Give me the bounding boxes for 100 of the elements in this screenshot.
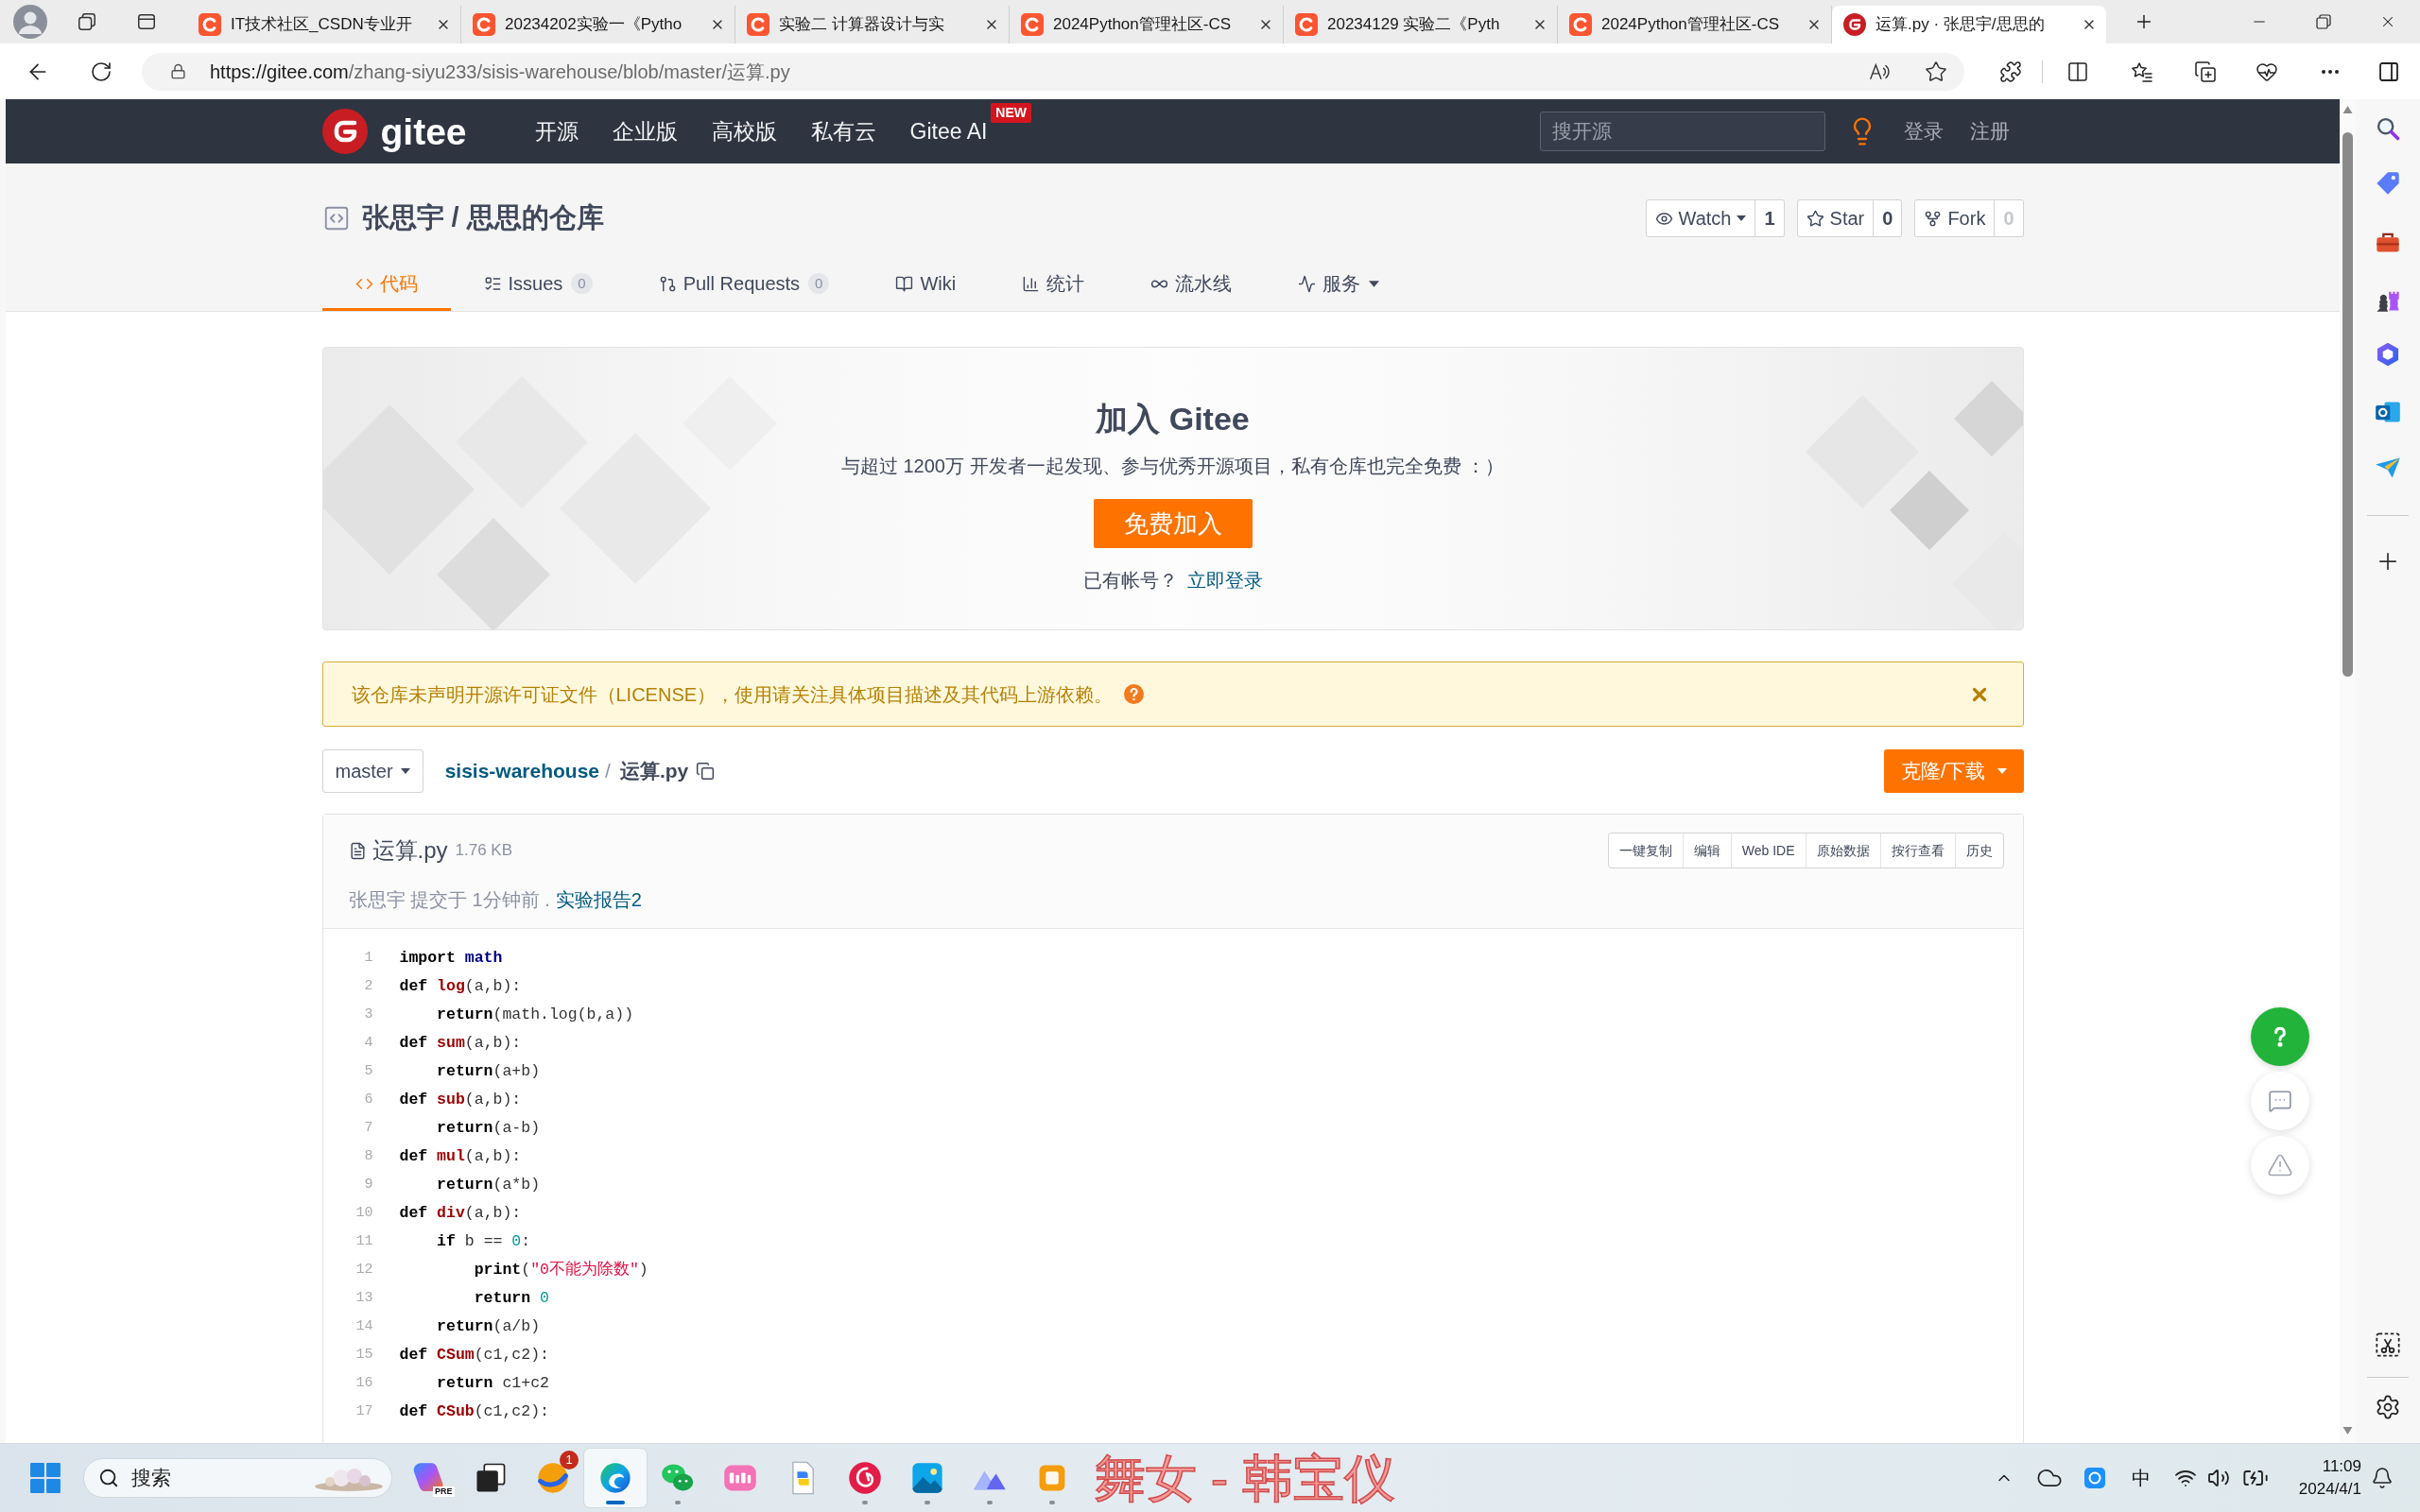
help-icon[interactable] [1124,684,1145,704]
banner-subtitle: 与超过 1200万 开发者一起发现、参与优秀开源项目，私有仓库也完全免费 ：） [840,455,1505,478]
file-name: 运算.py [372,836,448,865]
count-label: 0 [1995,199,2024,237]
clock-date[interactable]: 2024/4/1 [2298,1478,2361,1501]
search-icon[interactable] [2375,115,2401,142]
repo-tab[interactable]: 服务 [1265,259,1413,311]
notice-text: 该仓库未声明开源许可证文件（LICENSE），使用请关注具体项目描述及其代码上游依赖。 [351,682,1114,707]
pulse-icon [1298,274,1317,293]
hexagon-icon[interactable] [2375,341,2401,368]
repo-link[interactable]: sisis-warehouse [444,756,600,786]
repo-tab[interactable]: 统计 [989,259,1118,311]
settings-icon[interactable] [2375,1394,2401,1420]
taskbar-app-button[interactable] [584,1449,647,1507]
repo-tab[interactable]: 流水线 [1117,259,1266,311]
file-action-button[interactable]: 原始数据 [1805,833,1880,868]
star-icon [1806,209,1824,228]
line-number: 10 [354,1203,373,1223]
caret-icon [1737,215,1747,221]
taskbar-search-field[interactable]: 搜索 [83,1458,392,1498]
avatar-icon[interactable] [13,5,47,39]
code-line: def sub(a,b): [399,1089,522,1110]
nav-link[interactable]: Gitee AI [909,118,988,144]
start-icon[interactable] [29,1462,61,1494]
branch-dropdown[interactable]: master [321,749,424,793]
commit-link[interactable]: 实验报告2 [555,889,642,910]
address-bar[interactable]: https://gitee.com/zhang-siyu233/sisis-warehouse/blob/master/运算.py [142,52,1964,91]
input-method-indicator[interactable]: 中 [2132,1464,2151,1492]
warning-icon [2267,1152,2293,1178]
nav-link[interactable]: 高校版 [711,118,777,144]
tag-icon[interactable] [2375,170,2401,197]
header-link[interactable]: 登录 [1903,116,1944,146]
watch-button[interactable]: Watch [1645,199,1756,237]
sidebar-toggle-icon[interactable] [2377,60,2400,83]
desktop-lyrics: 舞女 - 韩宝仪 [1095,1452,1395,1503]
file-action-button[interactable]: 按行查看 [1879,833,1955,868]
repo-tab[interactable]: Wiki [862,259,990,311]
repo-tab[interactable]: Pull Requests 0 [625,259,863,311]
spiral-disc-icon[interactable] [847,1460,883,1496]
scroll-down-icon[interactable] [2342,1427,2353,1435]
landscape-tile-icon[interactable] [909,1460,945,1496]
code-line: return(math.log(b,a)) [437,1004,634,1025]
repo-title[interactable]: 张思宇 / 思思的仓库 [361,198,604,239]
favorites-icon[interactable] [2131,60,2153,83]
file-action-button[interactable]: 历史 [1954,833,2003,868]
favorite-icon[interactable] [1925,60,1947,83]
file-icon [348,841,367,860]
scroll-up-icon[interactable] [2342,106,2353,113]
star-button[interactable]: Star [1796,199,1875,237]
code-line: def CSum(c1,c2): [399,1344,549,1366]
file-action-button[interactable]: Web IDE [1730,833,1806,868]
notification-icon[interactable] [2371,1467,2394,1489]
header-link[interactable]: 注册 [1969,116,2010,146]
checklist-icon [483,274,502,293]
nav-link[interactable]: 开源 [534,118,579,144]
logo-icon[interactable] [321,109,368,154]
file-action-button[interactable]: 一键复制 [1608,833,1683,868]
extensions-icon[interactable] [1999,60,2022,83]
refresh-icon[interactable] [90,60,112,83]
code-line: def sum(a,b): [399,1032,522,1054]
read-aloud-icon[interactable] [1869,60,1890,82]
volume-icon[interactable] [2207,1467,2230,1489]
code-line: def log(a,b): [399,975,522,997]
logo-wordmark[interactable]: gitee [380,112,467,150]
fork-icon [1924,209,1943,228]
code-line: def CSub(c1,c2): [399,1400,549,1422]
pull-request-icon [658,274,677,293]
file-path-name: 运算.py [619,759,689,784]
help-button[interactable] [2251,1007,2309,1066]
line-number: 16 [354,1373,373,1393]
collections-icon[interactable] [2194,60,2217,83]
search-field[interactable]: 搜开源 [1539,112,1825,151]
scissors-icon[interactable] [2375,1332,2401,1358]
code-line: if b == 0: [437,1230,531,1252]
line-number: 14 [354,1316,373,1336]
lock-icon[interactable] [170,63,186,79]
code-line: return(a*b) [437,1174,541,1195]
code-line: import math [399,947,503,969]
workspaces-icon[interactable] [77,11,97,32]
copy-icon[interactable] [696,762,716,781]
browser-tab[interactable]: 运算.py · 张思宇/思思的 [1832,6,2106,43]
clock-time[interactable]: 11:09 [2322,1455,2361,1478]
repo-tab[interactable]: Issues 0 [450,259,626,311]
split-screen-icon[interactable] [2066,60,2089,83]
ring-tile-icon[interactable] [2083,1467,2106,1489]
file-action-button[interactable]: 编辑 [1682,833,1731,868]
restore-icon[interactable] [2316,14,2331,29]
scrollbar-thumb[interactable] [2342,132,2353,677]
nav-link[interactable]: 企业版 [612,118,678,144]
site-favicon-icon [199,13,221,36]
code-line: return(a-b) [437,1117,541,1139]
feedback-button[interactable] [2251,1072,2309,1130]
code-line: def div(a,b): [399,1202,522,1224]
browser-swirl-icon[interactable] [597,1460,633,1496]
nav-link[interactable]: 私有云 [810,118,876,144]
banner-title: 加入 Gitee [1096,400,1250,438]
tab-actions-icon[interactable] [136,11,157,32]
login-link[interactable]: 立即登录 [1186,566,1263,594]
fork-button[interactable]: Fork [1914,199,1996,237]
count-label: 0 [1874,199,1903,237]
